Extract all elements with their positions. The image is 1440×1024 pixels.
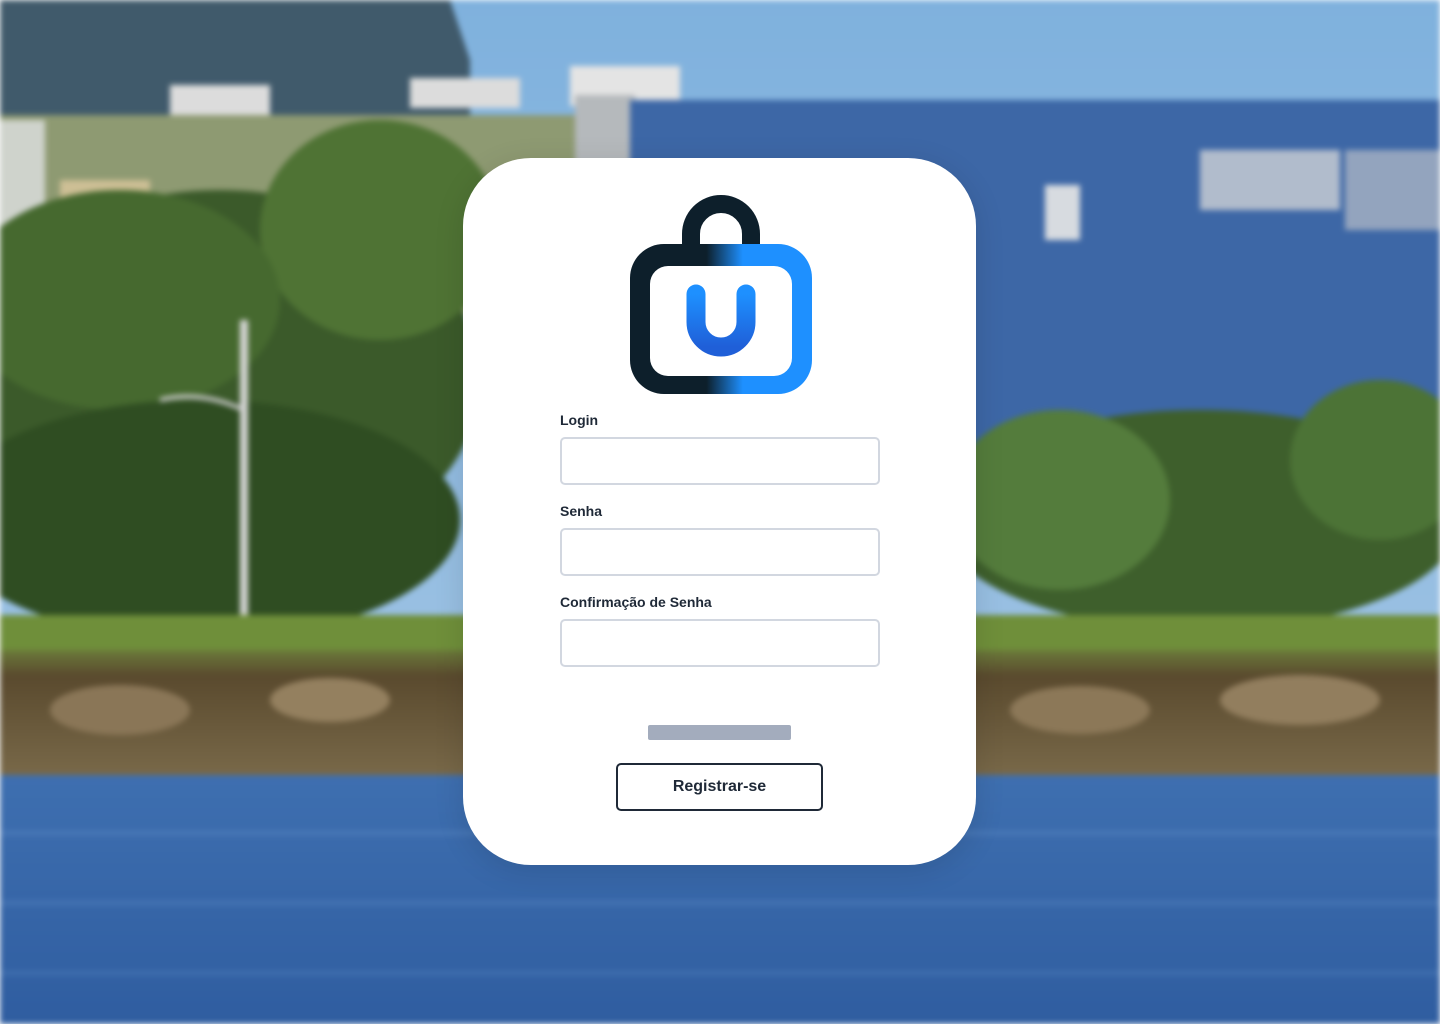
register-card: Login Senha Confirmação de Senha Registr… (463, 158, 976, 865)
login-input[interactable] (560, 437, 880, 485)
confirm-password-input[interactable] (560, 619, 880, 667)
text-placeholder-bar (648, 725, 791, 740)
login-label: Login (560, 412, 599, 428)
register-button[interactable]: Registrar-se (616, 763, 823, 811)
shopping-bag-icon (628, 194, 814, 394)
password-label: Senha (560, 503, 603, 519)
password-input[interactable] (560, 528, 880, 576)
confirm-password-label: Confirmação de Senha (560, 594, 712, 610)
